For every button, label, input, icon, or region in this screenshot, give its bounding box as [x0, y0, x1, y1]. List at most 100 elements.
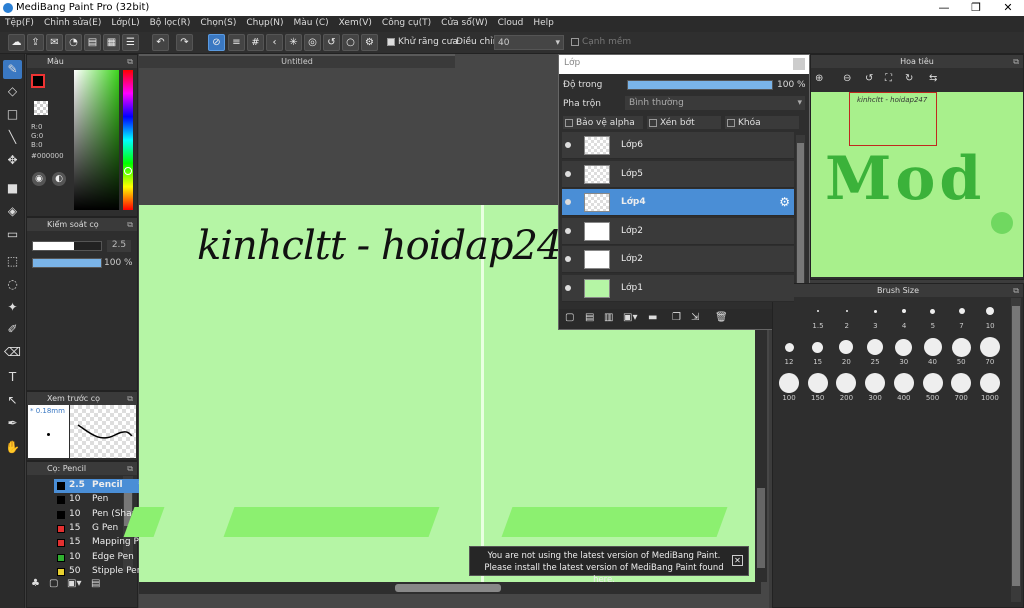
folder-icon[interactable]: ▬ — [648, 312, 657, 323]
grid-view-icon[interactable]: ▦ — [103, 34, 120, 51]
protect-alpha-checkbox[interactable]: Bảo vệ alpha — [563, 116, 643, 129]
layer-row[interactable]: Lớp5 — [562, 160, 794, 188]
visibility-icon[interactable] — [565, 142, 571, 148]
redo-icon[interactable]: ↷ — [176, 34, 193, 51]
brush-size-option[interactable]: 4 — [890, 300, 918, 330]
navigator-preview[interactable]: kinhcltt - hoidap247 Mod — [811, 92, 1023, 277]
hue-slider[interactable] — [123, 70, 133, 210]
curve-snap-icon[interactable]: ↺ — [323, 34, 340, 51]
line-tool-icon[interactable]: ╲ — [3, 128, 22, 147]
brush-size-option[interactable]: 40 — [919, 336, 947, 366]
text-tool-icon[interactable]: T — [3, 368, 22, 387]
brush-size-option[interactable]: 15 — [804, 336, 832, 366]
correction-select[interactable]: 40 ▾ — [494, 35, 564, 50]
brush-list-item[interactable]: 10 Edge Pen — [54, 551, 150, 565]
foreground-color-swatch[interactable] — [31, 74, 45, 88]
update-notification[interactable]: You are not using the latest version of … — [469, 546, 749, 585]
undo-icon[interactable]: ↶ — [152, 34, 169, 51]
dock-icon[interactable]: ⧉ — [127, 462, 133, 475]
magic-wand-icon[interactable]: ✦ — [3, 298, 22, 317]
brush-list-item[interactable]: 10 Pen — [54, 493, 150, 507]
menu-select[interactable]: Chọn(S) — [195, 16, 241, 30]
menu-tools[interactable]: Công cụ(T) — [377, 16, 436, 30]
close-notification-icon[interactable]: ✕ — [732, 555, 743, 566]
minimize-button[interactable]: — — [928, 0, 960, 16]
brush-size-option[interactable]: 300 — [861, 372, 889, 402]
duplicate-layer-icon[interactable]: ❐ — [672, 312, 681, 323]
layer-row[interactable]: Lớp6 — [562, 132, 794, 159]
operation-tool-icon[interactable]: ↖ — [3, 391, 22, 410]
blend-mode-select[interactable]: Bình thường ▾ — [625, 96, 805, 110]
radial-snap-icon[interactable]: ‹ — [266, 34, 283, 51]
soft-edge-checkbox[interactable]: Cạnh mềm — [571, 37, 631, 47]
flip-icon[interactable]: ⇆ — [929, 73, 937, 84]
brush-size-option[interactable]: 70 — [976, 336, 1004, 366]
brush-size-option[interactable]: 3 — [861, 300, 889, 330]
parallel-snap-icon[interactable]: ≡ — [228, 34, 245, 51]
select-eraser-icon[interactable]: ⌫ — [3, 343, 22, 362]
speech-icon[interactable]: ◔ — [65, 34, 82, 51]
antialias-checkbox[interactable]: Khử răng cưa — [387, 37, 458, 47]
lock-checkbox[interactable]: Khóa — [725, 116, 799, 129]
layer-row[interactable]: Lớp4 ⚙ — [562, 189, 794, 216]
gear-icon[interactable]: ⚙ — [779, 195, 790, 209]
zoom-out-icon[interactable]: ⊖ — [843, 73, 851, 84]
layer-type-menu-icon[interactable]: ▣▾ — [623, 312, 637, 323]
menu-file[interactable]: Tệp(F) — [0, 16, 39, 30]
move-tool-icon[interactable]: ✥ — [3, 151, 22, 170]
layer-row[interactable]: Lớp1 — [562, 274, 794, 302]
cross-snap-icon[interactable]: ✳ — [285, 34, 302, 51]
clipping-checkbox[interactable]: Xén bớt — [647, 116, 721, 129]
layer-scrollbar[interactable] — [796, 135, 805, 307]
settings-snap-icon[interactable]: ⚙ — [361, 34, 378, 51]
eraser-tool-icon[interactable]: ◇ — [3, 82, 22, 101]
dock-icon[interactable]: ⧉ — [1013, 55, 1019, 68]
upload-icon[interactable]: ⇪ — [27, 34, 44, 51]
brush-tool-icon[interactable]: ✎ — [3, 60, 22, 79]
ellipse-snap-icon[interactable]: ○ — [342, 34, 359, 51]
zoom-in-icon[interactable]: ⊕ — [815, 73, 823, 84]
brush-size-option[interactable]: 200 — [832, 372, 860, 402]
rotate-left-icon[interactable]: ↺ — [865, 73, 873, 84]
rotate-right-icon[interactable]: ↻ — [905, 73, 913, 84]
brush-size-option[interactable]: 25 — [861, 336, 889, 366]
visibility-icon[interactable] — [565, 227, 571, 234]
rect-tool-icon[interactable]: □ — [3, 105, 22, 124]
delete-layer-icon[interactable]: 🗑 — [715, 312, 728, 323]
close-window-button[interactable]: ✕ — [992, 0, 1024, 16]
visibility-icon[interactable] — [565, 256, 571, 262]
comment-icon[interactable]: ✉ — [46, 34, 63, 51]
new-halftone-layer-icon[interactable]: ▤ — [585, 312, 594, 323]
brush-size-option[interactable]: 2 — [833, 300, 861, 330]
fill-rect-tool-icon[interactable]: ■ — [3, 179, 22, 198]
brush-list-item[interactable]: 2.5Pencil⚙ — [54, 479, 150, 493]
dock-icon[interactable]: ⧉ — [127, 218, 133, 231]
brush-list-item[interactable]: 50 Stipple Pen — [54, 565, 150, 579]
add-brush-icon[interactable]: ♣ — [31, 578, 45, 592]
brush-size-option[interactable]: 150 — [804, 372, 832, 402]
brush-opacity-slider[interactable] — [32, 258, 102, 268]
brush-size-scrollbar[interactable] — [1011, 298, 1021, 602]
dock-icon[interactable]: ⧉ — [127, 392, 133, 405]
new-brush-icon[interactable]: ▢ — [49, 578, 63, 592]
visibility-icon[interactable] — [565, 284, 571, 291]
lasso-tool-icon[interactable]: ◌ — [3, 275, 22, 294]
dock-icon[interactable]: ⧉ — [1013, 284, 1019, 297]
cloud-icon[interactable]: ☁ — [8, 34, 25, 51]
fit-icon[interactable]: ⛶ — [885, 73, 892, 84]
brush-size-option[interactable]: 7 — [948, 300, 976, 330]
select-rect-tool-icon[interactable]: ⬚ — [3, 252, 22, 271]
merge-layer-icon[interactable]: ⇲ — [691, 312, 699, 323]
brush-size-option[interactable]: 12 — [775, 336, 803, 366]
brush-size-option[interactable]: 10 — [976, 300, 1004, 330]
visibility-icon[interactable] — [565, 199, 571, 205]
visibility-icon[interactable] — [565, 170, 571, 177]
brush-size-option[interactable]: 5 — [919, 300, 947, 330]
brush-list-item[interactable]: 15 Mapping Pen — [54, 536, 150, 550]
menu-edit[interactable]: Chỉnh sửa(E) — [39, 16, 106, 30]
page-icon[interactable]: ▤ — [84, 34, 101, 51]
circle-snap-icon[interactable]: ◎ — [304, 34, 321, 51]
menu-snap[interactable]: Chụp(N) — [241, 16, 288, 30]
brush-size-option[interactable]: 100 — [775, 372, 803, 402]
maximize-button[interactable]: ❐ — [960, 0, 992, 16]
